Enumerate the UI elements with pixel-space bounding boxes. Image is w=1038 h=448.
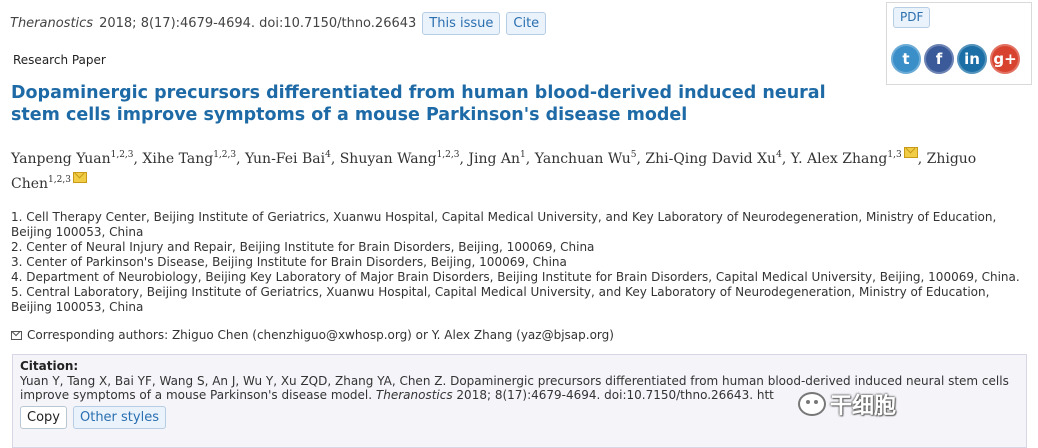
affiliation-line: 2. Center of Neural Injury and Repair, B… xyxy=(11,240,595,254)
citation-title-part: improve symptoms of a mouse Parkinson's … xyxy=(20,388,373,402)
author-affiliation: 1 xyxy=(520,150,526,160)
author-name[interactable]: Zhi-Qing David Xu xyxy=(645,151,776,167)
author-affiliation: 1,2,3 xyxy=(436,150,460,160)
author[interactable]: Zhi-Qing David Xu4 xyxy=(645,150,782,168)
cite-button[interactable]: Cite xyxy=(506,12,547,35)
linkedin-icon[interactable]: in xyxy=(957,44,987,74)
affiliation-line: 5. Central Laboratory, Beijing Institute… xyxy=(11,285,990,299)
article-type: Research Paper xyxy=(13,53,106,67)
citation-line-1: Yuan Y, Tang X, Bai YF, Wang S, An J, Wu… xyxy=(20,374,1009,388)
author-name[interactable]: Yun-Fei Bai xyxy=(245,151,325,167)
affiliation-line: 4. Department of Neurobiology, Beijing K… xyxy=(11,270,1020,284)
title-line: Dopaminergic precursors differentiated f… xyxy=(11,83,826,103)
facebook-icon[interactable]: f xyxy=(924,44,954,74)
author-name[interactable]: Shuyan Wang xyxy=(340,151,437,167)
author-list: Yanpeng Yuan1,2,3, Xihe Tang1,2,3, Yun-F… xyxy=(11,147,1026,197)
citation-line: 2018; 8(17):4679-4694. doi:10.7150/thno.… xyxy=(99,16,417,31)
corresponding-text: Corresponding authors: Zhiguo Chen (chen… xyxy=(27,328,614,342)
email-icon[interactable] xyxy=(903,147,918,158)
author-affiliation: 5 xyxy=(630,150,637,160)
author[interactable]: Y. Alex Zhang1,3 xyxy=(791,147,918,167)
citation-journal: Theranostics xyxy=(375,388,453,402)
title-line: stem cells improve symptoms of a mouse P… xyxy=(11,105,688,125)
pdf-button[interactable]: PDF xyxy=(893,7,931,28)
envelope-icon xyxy=(11,330,22,340)
this-issue-button[interactable]: This issue xyxy=(422,12,501,35)
author[interactable]: Yun-Fei Bai4 xyxy=(245,150,331,168)
citation-reference: 2018; 8(17):4679-4694. doi:10.7150/thno.… xyxy=(456,388,774,402)
journal-name: Theranostics xyxy=(10,16,94,31)
side-panel: PDF t f in g+ xyxy=(886,2,1032,85)
author[interactable]: Yanpeng Yuan1,2,3 xyxy=(11,150,134,168)
author[interactable]: Jing An1 xyxy=(468,150,526,168)
wechat-icon xyxy=(798,392,826,416)
author-affiliation: 4 xyxy=(776,150,782,160)
author-name[interactable]: Y. Alex Zhang xyxy=(791,151,888,167)
author-affiliation: 4 xyxy=(325,150,331,160)
email-icon[interactable] xyxy=(72,172,87,183)
google-plus-icon[interactable]: g+ xyxy=(990,44,1020,74)
affiliation-line: Beijing 100053, China xyxy=(11,300,144,314)
citation-label: Citation: xyxy=(20,359,79,373)
affiliation-line: 1. Cell Therapy Center, Beijing Institut… xyxy=(11,210,997,224)
affiliations-list: 1. Cell Therapy Center, Beijing Institut… xyxy=(11,210,1031,315)
author-affiliation: 1,3 xyxy=(887,150,902,160)
watermark: 干细胞 xyxy=(798,388,896,420)
author-name[interactable]: Yanpeng Yuan xyxy=(11,151,111,167)
author[interactable]: Shuyan Wang1,2,3 xyxy=(340,150,460,168)
author[interactable]: Yanchuan Wu5 xyxy=(535,150,637,168)
corresponding-authors: Corresponding authors: Zhiguo Chen (chen… xyxy=(11,328,614,342)
watermark-text: 干细胞 xyxy=(830,394,897,419)
affiliation-line: 3. Center of Parkinson's Disease, Beijin… xyxy=(11,255,567,269)
author-affiliation: 1,2,3 xyxy=(213,150,237,160)
copy-button[interactable]: Copy xyxy=(20,406,67,429)
author[interactable]: Xihe Tang1,2,3 xyxy=(142,150,237,168)
author-affiliation: 1,2,3 xyxy=(110,150,134,160)
article-header: Theranostics 2018; 8(17):4679-4694. doi:… xyxy=(10,12,547,35)
author-name[interactable]: Yanchuan Wu xyxy=(535,151,631,167)
affiliation-line: Beijing 100053, China xyxy=(11,225,144,239)
article-title: Dopaminergic precursors differentiated f… xyxy=(11,82,881,126)
twitter-icon[interactable]: t xyxy=(891,44,921,74)
author-name[interactable]: Xihe Tang xyxy=(142,151,213,167)
author-affiliation: 1,2,3 xyxy=(48,175,71,185)
other-styles-button[interactable]: Other styles xyxy=(72,406,166,429)
social-share-buttons: t f in g+ xyxy=(891,44,1020,74)
author-name[interactable]: Jing An xyxy=(468,151,520,167)
